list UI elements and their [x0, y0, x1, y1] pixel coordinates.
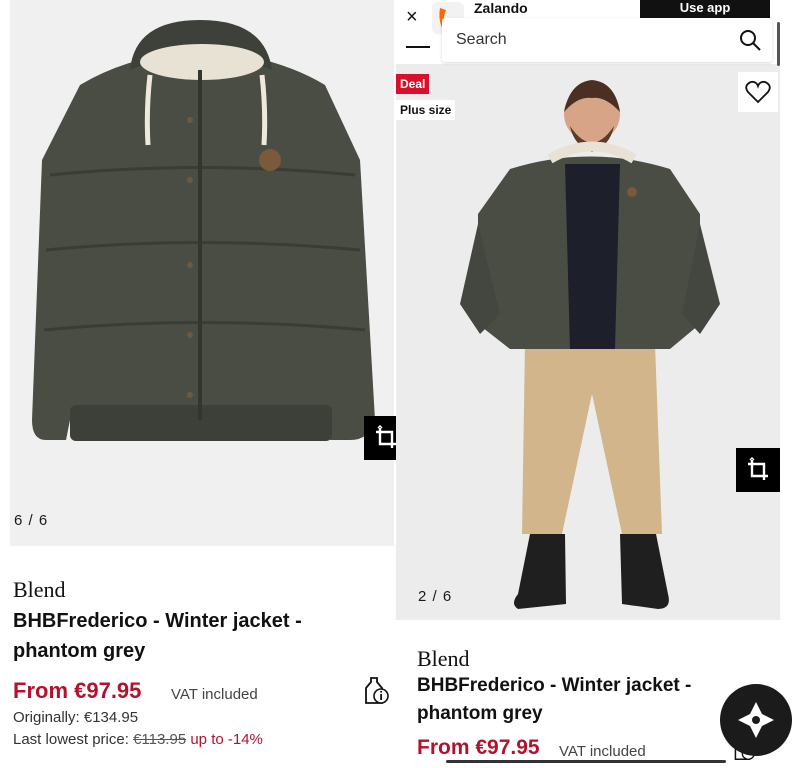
scrollbar[interactable] — [777, 22, 780, 66]
app-banner: × Zalando Use app Search — [396, 0, 794, 66]
brand-name[interactable]: Blend — [13, 577, 66, 603]
left-product-panel: 6 / 6 Blend BHBFrederico - Winter jacket… — [0, 0, 396, 768]
discount-text: up to -14% — [186, 731, 263, 748]
brand-name[interactable]: Blend — [417, 646, 470, 672]
app-name: Zalando — [474, 0, 528, 16]
lowest-price-label: Last lowest price: — [13, 731, 134, 748]
use-app-label: Use app — [679, 0, 731, 15]
heart-icon[interactable] — [738, 72, 778, 112]
product-image-jacket[interactable]: 6 / 6 — [10, 0, 394, 546]
product-image-model[interactable]: Deal Plus size 2 / 6 — [396, 64, 780, 620]
menu-icon[interactable] — [406, 46, 430, 48]
image-counter: 2 / 6 — [418, 588, 453, 605]
image-counter: 6 / 6 — [14, 512, 49, 529]
product-title: BHBFrederico - Winter jacket - phantom g… — [13, 610, 302, 662]
size-info-icon[interactable] — [362, 676, 390, 711]
vat-note: VAT included — [171, 686, 258, 703]
lowest-price-strike: €113.95 — [133, 731, 187, 748]
original-price: Originally: €134.95 — [13, 709, 139, 726]
assistant-icon[interactable] — [720, 684, 792, 756]
badge-deal: Deal — [396, 74, 430, 94]
right-product-panel: Deal Plus size 2 / 6 × Zalando Use app S… — [396, 0, 794, 768]
product-price: From €97.95 — [417, 736, 540, 759]
model-illustration — [460, 80, 720, 609]
badge-plus-size: Plus size — [396, 100, 456, 120]
product-title: BHBFrederico - Winter jacket - phantom g… — [417, 675, 692, 724]
lowest-price-row: Last lowest price: €113.95 up to -14% — [13, 731, 263, 748]
search-box[interactable]: Search — [442, 18, 772, 62]
close-icon[interactable]: × — [406, 6, 418, 29]
crop-icon[interactable] — [736, 448, 780, 492]
search-icon[interactable] — [738, 28, 762, 52]
search-input[interactable]: Search — [456, 31, 507, 49]
jacket-illustration — [32, 20, 375, 441]
crop-icon[interactable] — [364, 416, 396, 460]
product-price: From €97.95 — [13, 678, 142, 703]
home-indicator — [446, 760, 726, 763]
vat-note: VAT included — [559, 743, 646, 760]
use-app-button[interactable]: Use app — [640, 0, 770, 18]
